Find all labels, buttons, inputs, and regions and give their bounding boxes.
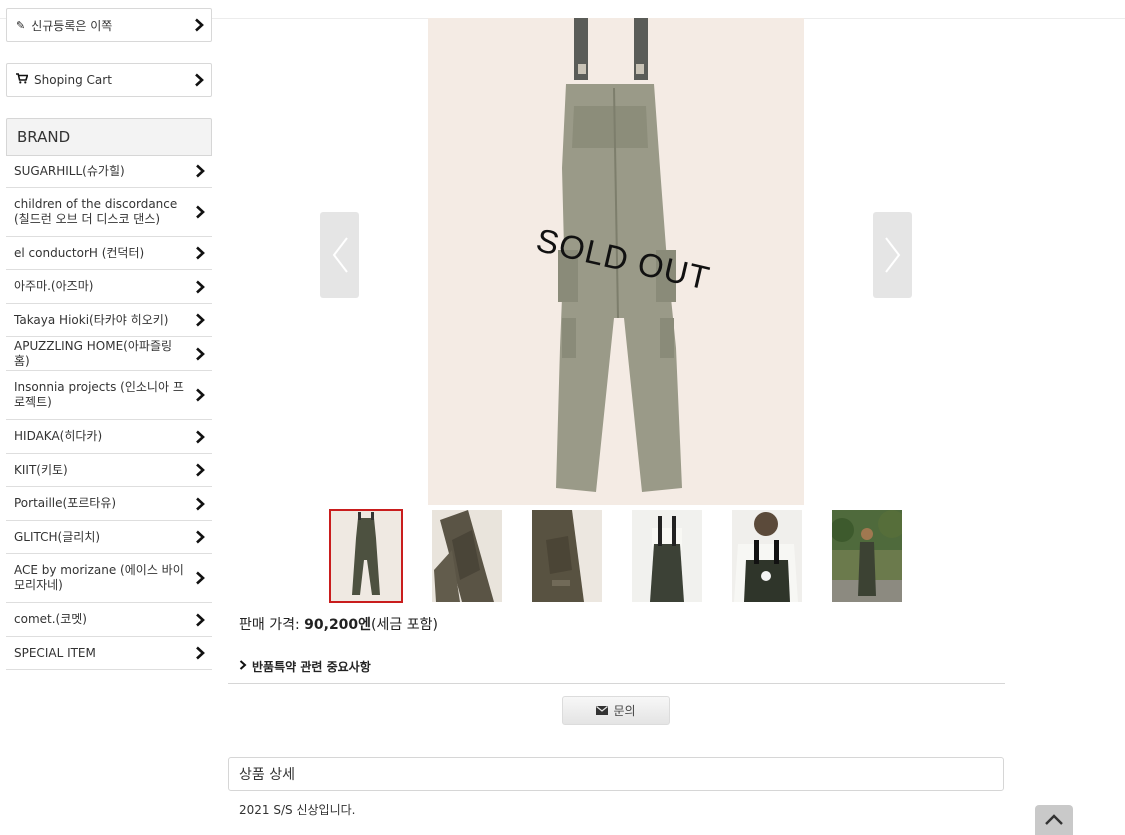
chevron-right-icon (193, 613, 207, 627)
cart-icon (16, 73, 29, 87)
brand-label: Insonnia projects (인소니아 프로젝트) (14, 380, 184, 409)
cart-label: Shoping Cart (34, 73, 112, 87)
chevron-right-icon (193, 430, 207, 444)
brand-item[interactable]: 아주마.(아즈마) (6, 270, 212, 304)
brand-label: SPECIAL ITEM (14, 645, 96, 660)
product-detail-heading: 상품 상세 (228, 757, 1004, 791)
chevron-right-icon (193, 571, 207, 585)
price-suffix: (세금 포함) (371, 617, 438, 633)
prev-image-button[interactable] (320, 212, 359, 298)
thumbnail-2[interactable] (432, 510, 502, 602)
brand-label: Takaya Hioki(타카야 히오키) (14, 312, 169, 327)
product-main-image: SOLD OUT (428, 18, 804, 505)
chevron-right-icon (884, 237, 900, 273)
chevron-up-icon (1045, 814, 1063, 825)
brand-item[interactable]: el conductorH (컨덕터) (6, 237, 212, 270)
register-link[interactable]: ✎ 신규등록은 이쪽 (6, 8, 212, 42)
chevron-right-icon (193, 497, 207, 511)
chevron-right-icon (193, 205, 207, 219)
chevron-right-icon (193, 164, 207, 178)
brand-item[interactable]: ACE by morizane (에이스 바이 모리자네) (6, 554, 212, 603)
brand-label: GLITCH(글리치) (14, 529, 101, 544)
brand-item[interactable]: APUZZLING HOME(아파즐링홈) (6, 337, 212, 371)
pencil-icon: ✎ (16, 18, 26, 32)
chevron-right-icon (193, 347, 207, 361)
product-gallery: SOLD OUT (320, 18, 912, 505)
chevron-right-icon (193, 246, 207, 260)
brand-item[interactable]: comet.(코멧) (6, 603, 212, 637)
brand-item[interactable]: Portaille(포르타유) (6, 487, 212, 521)
brand-item[interactable]: Takaya Hioki(타카야 히오키) (6, 304, 212, 337)
thumbnail-strip (329, 509, 910, 603)
chevron-right-icon (193, 388, 207, 402)
brand-label: ACE by morizane (에이스 바이 모리자네) (14, 563, 184, 592)
shopping-cart-link[interactable]: Shoping Cart (6, 63, 212, 97)
brand-label: el conductorH (컨덕터) (14, 245, 145, 260)
brand-item[interactable]: SPECIAL ITEM (6, 637, 212, 670)
inquiry-button[interactable]: 문의 (562, 696, 670, 725)
brand-heading: BRAND (6, 118, 212, 156)
chevron-left-icon (332, 237, 348, 273)
thumbnail-1[interactable] (329, 509, 403, 603)
brand-label: 아주마.(아즈마) (14, 279, 94, 293)
register-label: 신규등록은 이쪽 (31, 18, 113, 33)
brand-label: APUZZLING HOME(아파즐링홈) (14, 338, 173, 368)
thumbnail-4[interactable] (632, 510, 702, 602)
thumbnail-5[interactable] (732, 510, 802, 602)
chevron-right-icon (193, 646, 207, 660)
brand-label: Portaille(포르타유) (14, 496, 117, 510)
brand-list: SUGARHILL(슈가힐) children of the discordan… (6, 155, 212, 670)
brand-item[interactable]: Insonnia projects (인소니아 프로젝트) (6, 371, 212, 420)
inquiry-label: 문의 (613, 704, 636, 718)
chevron-right-icon (193, 530, 207, 544)
brand-item[interactable]: HIDAKA(히다카) (6, 420, 212, 454)
next-image-button[interactable] (873, 212, 912, 298)
envelope-icon (596, 704, 609, 718)
brand-label: SUGARHILL(슈가힐) (14, 163, 125, 178)
brand-item[interactable]: GLITCH(글리치) (6, 521, 212, 554)
brand-item[interactable]: children of the discordance (칠드런 오브 더 디스… (6, 188, 212, 237)
return-policy-toggle[interactable]: 반품특약 관련 중요사항 (228, 650, 1005, 684)
brand-label: HIDAKA(히다카) (14, 429, 103, 443)
chevron-right-icon (192, 73, 206, 87)
chevron-right-icon (192, 18, 206, 32)
thumbnail-3[interactable] (532, 510, 602, 602)
brand-label: children of the discordance (칠드런 오브 더 디스… (14, 197, 178, 226)
brand-label: comet.(코멧) (14, 612, 87, 626)
chevron-right-icon (239, 660, 247, 673)
return-policy-label: 반품특약 관련 중요사항 (252, 660, 371, 674)
product-price: 판매 가격: 90,200엔(세금 포함) (239, 614, 438, 634)
price-value: 90,200엔 (304, 617, 372, 633)
chevron-right-icon (193, 463, 207, 477)
price-prefix: 판매 가격: (239, 617, 305, 633)
brand-item[interactable]: SUGARHILL(슈가힐) (6, 155, 212, 188)
thumbnail-6[interactable] (832, 510, 902, 602)
chevron-right-icon (193, 313, 207, 327)
product-detail-text: 2021 S/S 신상입니다. (239, 803, 356, 817)
brand-item[interactable]: KIIT(키토) (6, 454, 212, 487)
brand-label: KIIT(키토) (14, 462, 68, 477)
chevron-right-icon (193, 280, 207, 294)
